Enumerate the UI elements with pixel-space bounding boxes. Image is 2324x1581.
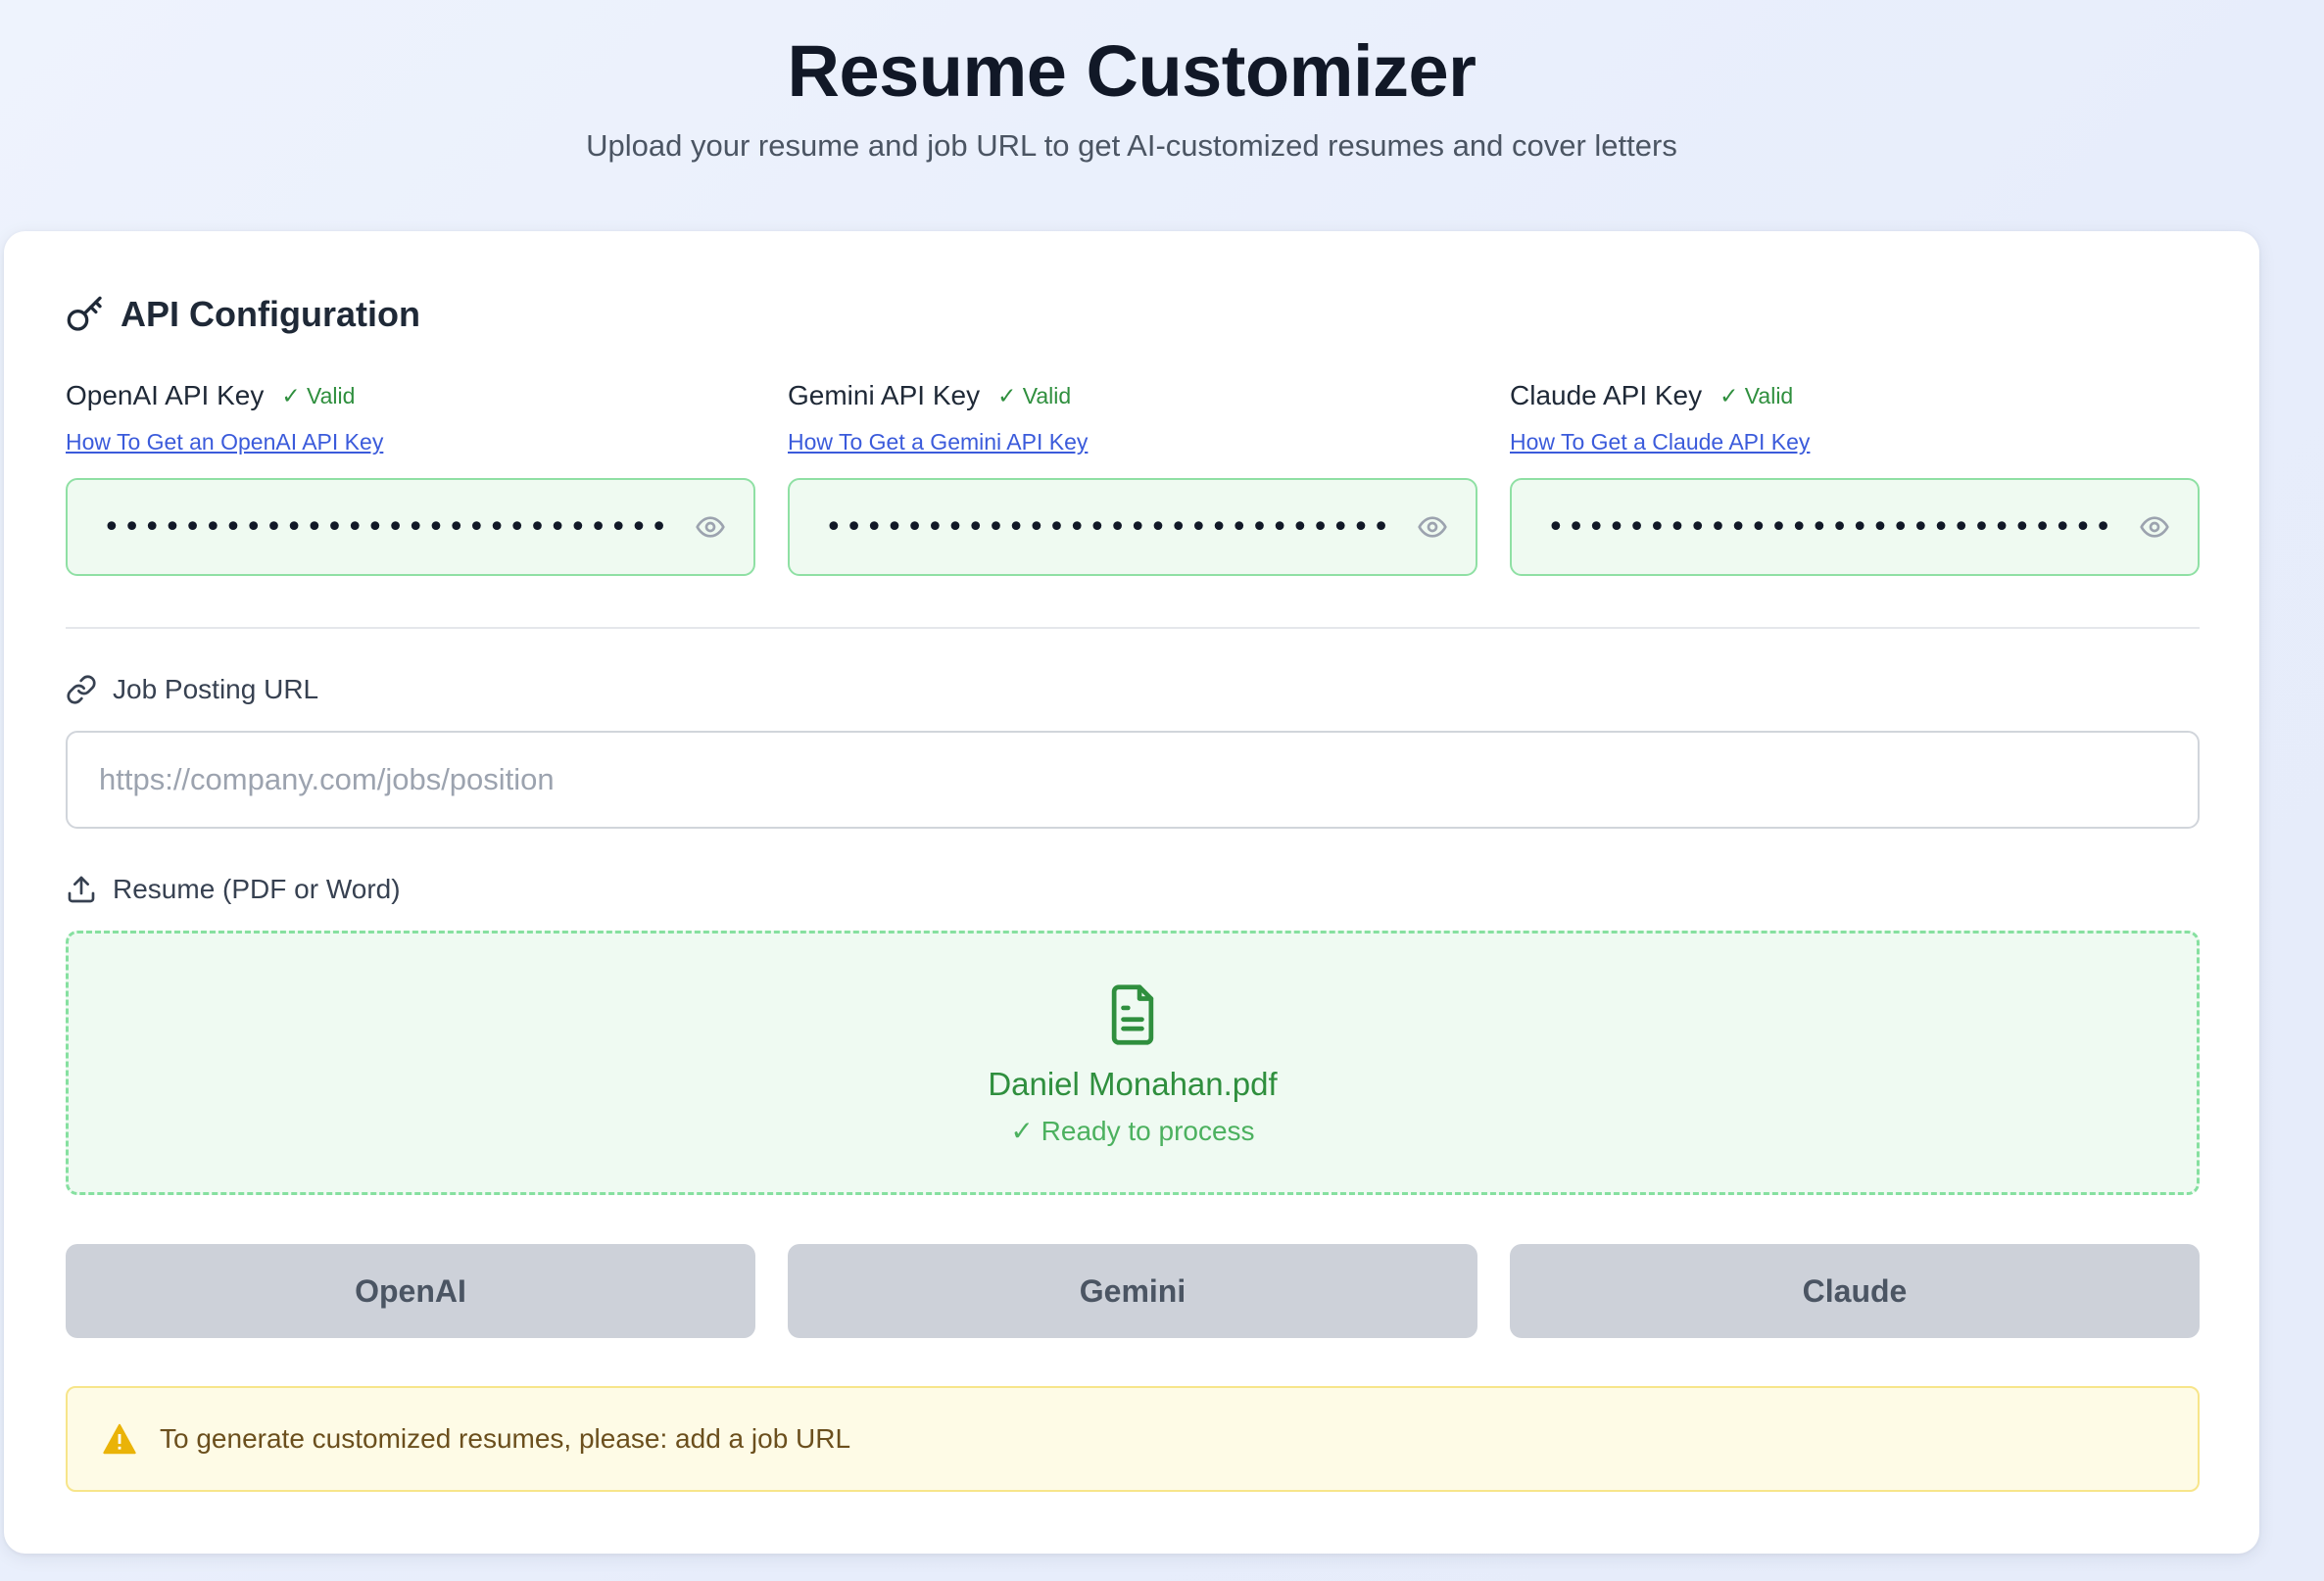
openai-help-link[interactable]: How To Get an OpenAI API Key [66,429,755,455]
claude-key-input[interactable]: ••••••••••••••••••••••••••••••••••••••••… [1510,478,2200,576]
openai-key-group: OpenAI API Key ✓ Valid How To Get an Ope… [66,378,755,576]
job-url-placeholder[interactable]: https://company.com/jobs/position [99,762,555,797]
claude-key-value[interactable]: ••••••••••••••••••••••••••••••••••••••••… [1547,510,2115,545]
show-password-icon[interactable] [1417,511,1448,543]
openai-key-value[interactable]: ••••••••••••••••••••••••••••••••••••••••… [103,510,671,545]
claude-valid-badge: ✓ Valid [1719,382,1794,408]
gemini-key-input[interactable]: ••••••••••••••••••••••••••••••••••••••• [788,478,1477,576]
gemini-help-link[interactable]: How To Get a Gemini API Key [788,429,1477,455]
page-subtitle: Upload your resume and job URL to get AI… [586,128,1677,163]
claude-key-group: Claude API Key ✓ Valid How To Get a Clau… [1510,378,2200,576]
upload-icon [68,876,95,903]
openai-valid-badge: ✓ Valid [281,382,356,408]
link-icon [67,675,96,704]
resume-label: Resume (PDF or Word) [113,874,401,904]
resume-file-name: Daniel Monahan.pdf [988,1066,1278,1102]
gemini-key-value[interactable]: ••••••••••••••••••••••••••••••••••••••• [825,510,1393,545]
api-configuration-heading: API Configuration [66,294,420,335]
page-header: Resume Customizer Upload your resume and… [0,0,2263,164]
section-divider [66,627,2200,629]
openai-button[interactable]: OpenAI [66,1244,755,1338]
gemini-button[interactable]: Gemini [788,1244,1477,1338]
claude-help-link[interactable]: How To Get a Claude API Key [1510,429,2200,455]
api-configuration-title: API Configuration [121,294,420,334]
resume-dropzone[interactable]: Daniel Monahan.pdf ✓ Ready to process [66,931,2200,1195]
claude-button[interactable]: Claude [1510,1244,2200,1338]
openai-key-input[interactable]: ••••••••••••••••••••••••••••••••••••••••… [66,478,755,576]
resume-status: ✓ Ready to process [1010,1116,1255,1146]
key-icon [67,296,102,331]
show-password-icon[interactable] [695,511,726,543]
gemini-key-group: Gemini API Key ✓ Valid How To Get a Gemi… [788,378,1477,576]
show-password-icon[interactable] [2139,511,2170,543]
warning-banner: To generate customized resumes, please: … [66,1386,2200,1492]
job-url-input[interactable]: https://company.com/jobs/position [66,731,2200,829]
job-url-label-row: Job Posting URL [66,674,318,705]
page-title: Resume Customizer [787,30,1477,112]
openai-key-label: OpenAI API Key [66,380,265,410]
job-url-label: Job Posting URL [113,674,319,704]
main-card: API Configuration OpenAI API Key ✓ Valid… [4,231,2259,1554]
gemini-key-label: Gemini API Key [788,380,981,410]
warning-icon [103,1423,136,1455]
gemini-valid-badge: ✓ Valid [997,382,1072,408]
claude-key-label: Claude API Key [1510,380,1703,410]
resume-label-row: Resume (PDF or Word) [66,874,401,905]
document-icon [1111,984,1154,1045]
warning-text: To generate customized resumes, please: … [160,1423,851,1454]
api-keys-row: OpenAI API Key ✓ Valid How To Get an Ope… [66,378,2200,576]
